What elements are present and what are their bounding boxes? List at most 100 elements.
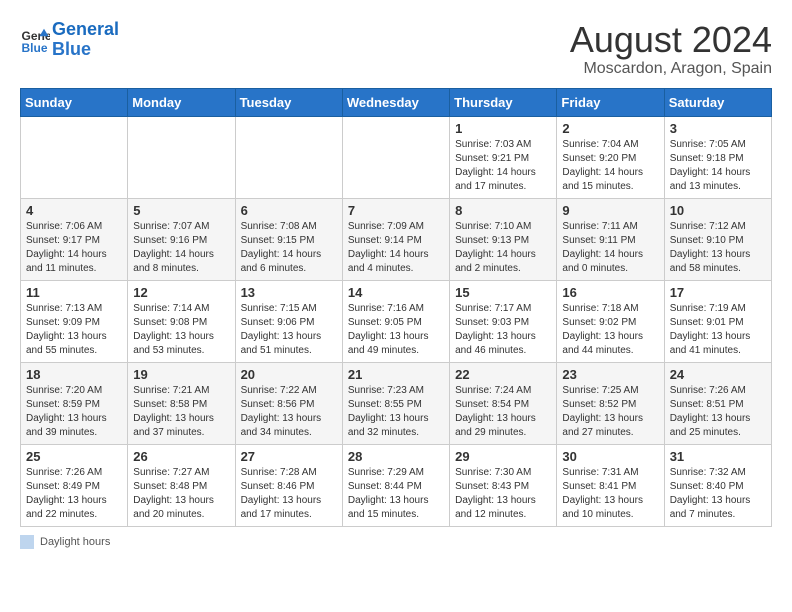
day-info: Sunrise: 7:26 AM Sunset: 8:49 PM Dayligh… [26,466,122,522]
calendar-cell: 29 Sunrise: 7:30 AM Sunset: 8:43 PM Dayli… [450,444,557,526]
day-info: Sunrise: 7:28 AM Sunset: 8:46 PM Dayligh… [241,466,337,522]
day-number: 25 [26,449,122,464]
day-info: Sunrise: 7:03 AM Sunset: 9:21 PM Dayligh… [455,138,551,194]
calendar-cell: 17 Sunrise: 7:19 AM Sunset: 9:01 PM Dayli… [664,280,771,362]
calendar-cell [21,116,128,198]
weekday-header-sunday: Sunday [21,88,128,116]
calendar-cell: 27 Sunrise: 7:28 AM Sunset: 8:46 PM Dayli… [235,444,342,526]
day-number: 4 [26,203,122,218]
day-info: Sunrise: 7:30 AM Sunset: 8:43 PM Dayligh… [455,466,551,522]
day-info: Sunrise: 7:04 AM Sunset: 9:20 PM Dayligh… [562,138,658,194]
day-info: Sunrise: 7:07 AM Sunset: 9:16 PM Dayligh… [133,220,229,276]
day-number: 26 [133,449,229,464]
calendar-cell: 13 Sunrise: 7:15 AM Sunset: 9:06 PM Dayli… [235,280,342,362]
daylight-legend-box [20,535,34,549]
day-info: Sunrise: 7:12 AM Sunset: 9:10 PM Dayligh… [670,220,766,276]
day-number: 24 [670,367,766,382]
day-number: 15 [455,285,551,300]
day-number: 27 [241,449,337,464]
footer: Daylight hours [20,535,772,549]
calendar-cell: 20Sunrise: 7:22 AM Sunset: 8:56 PM Dayli… [235,362,342,444]
day-info: Sunrise: 7:19 AM Sunset: 9:01 PM Dayligh… [670,302,766,358]
day-info: Sunrise: 7:32 AM Sunset: 8:40 PM Dayligh… [670,466,766,522]
day-number: 16 [562,285,658,300]
calendar-cell: 18 Sunrise: 7:20 AM Sunset: 8:59 PM Dayli… [21,362,128,444]
weekday-header-saturday: Saturday [664,88,771,116]
day-info: Sunrise: 7:11 AM Sunset: 9:11 PM Dayligh… [562,220,658,276]
calendar-cell: 28Sunrise: 7:29 AM Sunset: 8:44 PM Dayli… [342,444,449,526]
day-info: Sunrise: 7:08 AM Sunset: 9:15 PM Dayligh… [241,220,337,276]
calendar-cell: 11Sunrise: 7:13 AM Sunset: 9:09 PM Dayli… [21,280,128,362]
calendar-cell: 22 Sunrise: 7:24 AM Sunset: 8:54 PM Dayli… [450,362,557,444]
day-info: Sunrise: 7:25 AM Sunset: 8:52 PM Dayligh… [562,384,658,440]
day-info: Sunrise: 7:24 AM Sunset: 8:54 PM Dayligh… [455,384,551,440]
calendar-cell: 7Sunrise: 7:09 AM Sunset: 9:14 PM Daylig… [342,198,449,280]
day-info: Sunrise: 7:21 AM Sunset: 8:58 PM Dayligh… [133,384,229,440]
calendar-cell: 31Sunrise: 7:32 AM Sunset: 8:40 PM Dayli… [664,444,771,526]
calendar-cell: 21 Sunrise: 7:23 AM Sunset: 8:55 PM Dayli… [342,362,449,444]
day-info: Sunrise: 7:14 AM Sunset: 9:08 PM Dayligh… [133,302,229,358]
calendar-cell: 1 Sunrise: 7:03 AM Sunset: 9:21 PM Daylig… [450,116,557,198]
day-info: Sunrise: 7:13 AM Sunset: 9:09 PM Dayligh… [26,302,122,358]
calendar-cell: 8 Sunrise: 7:10 AM Sunset: 9:13 PM Daylig… [450,198,557,280]
day-info: Sunrise: 7:10 AM Sunset: 9:13 PM Dayligh… [455,220,551,276]
day-number: 10 [670,203,766,218]
calendar-cell: 3 Sunrise: 7:05 AM Sunset: 9:18 PM Daylig… [664,116,771,198]
weekday-header-wednesday: Wednesday [342,88,449,116]
weekday-header-thursday: Thursday [450,88,557,116]
day-number: 1 [455,121,551,136]
day-number: 12 [133,285,229,300]
day-info: Sunrise: 7:16 AM Sunset: 9:05 PM Dayligh… [348,302,444,358]
calendar-cell: 10 Sunrise: 7:12 AM Sunset: 9:10 PM Dayli… [664,198,771,280]
calendar-cell: 2 Sunrise: 7:04 AM Sunset: 9:20 PM Daylig… [557,116,664,198]
calendar-cell: 12 Sunrise: 7:14 AM Sunset: 9:08 PM Dayli… [128,280,235,362]
day-number: 13 [241,285,337,300]
day-number: 28 [348,449,444,464]
logo: General Blue General Blue [20,20,119,60]
day-number: 21 [348,367,444,382]
day-number: 5 [133,203,229,218]
page-header: General Blue General Blue August 2024 Mo… [20,20,772,78]
day-info: Sunrise: 7:05 AM Sunset: 9:18 PM Dayligh… [670,138,766,194]
logo-text: General [52,20,119,40]
day-number: 2 [562,121,658,136]
day-info: Sunrise: 7:20 AM Sunset: 8:59 PM Dayligh… [26,384,122,440]
calendar-week-row: 25 Sunrise: 7:26 AM Sunset: 8:49 PM Dayli… [21,444,772,526]
daylight-label: Daylight hours [40,536,110,548]
day-info: Sunrise: 7:15 AM Sunset: 9:06 PM Dayligh… [241,302,337,358]
calendar-cell: 15 Sunrise: 7:17 AM Sunset: 9:03 PM Dayli… [450,280,557,362]
calendar-cell [128,116,235,198]
day-number: 14 [348,285,444,300]
day-info: Sunrise: 7:26 AM Sunset: 8:51 PM Dayligh… [670,384,766,440]
calendar-cell [342,116,449,198]
day-info: Sunrise: 7:23 AM Sunset: 8:55 PM Dayligh… [348,384,444,440]
calendar-table: SundayMondayTuesdayWednesdayThursdayFrid… [20,88,772,527]
day-info: Sunrise: 7:27 AM Sunset: 8:48 PM Dayligh… [133,466,229,522]
calendar-cell: 6Sunrise: 7:08 AM Sunset: 9:15 PM Daylig… [235,198,342,280]
weekday-header-friday: Friday [557,88,664,116]
location-subtitle: Moscardon, Aragon, Spain [570,60,772,78]
day-number: 3 [670,121,766,136]
calendar-cell [235,116,342,198]
day-number: 8 [455,203,551,218]
day-info: Sunrise: 7:17 AM Sunset: 9:03 PM Dayligh… [455,302,551,358]
day-number: 22 [455,367,551,382]
day-number: 30 [562,449,658,464]
day-number: 29 [455,449,551,464]
day-info: Sunrise: 7:22 AM Sunset: 8:56 PM Dayligh… [241,384,337,440]
calendar-cell: 23Sunrise: 7:25 AM Sunset: 8:52 PM Dayli… [557,362,664,444]
day-number: 17 [670,285,766,300]
calendar-week-row: 1 Sunrise: 7:03 AM Sunset: 9:21 PM Daylig… [21,116,772,198]
calendar-cell: 5 Sunrise: 7:07 AM Sunset: 9:16 PM Daylig… [128,198,235,280]
day-number: 18 [26,367,122,382]
day-number: 19 [133,367,229,382]
calendar-week-row: 18 Sunrise: 7:20 AM Sunset: 8:59 PM Dayli… [21,362,772,444]
weekday-header-monday: Monday [128,88,235,116]
calendar-cell: 25 Sunrise: 7:26 AM Sunset: 8:49 PM Dayli… [21,444,128,526]
calendar-cell: 4 Sunrise: 7:06 AM Sunset: 9:17 PM Daylig… [21,198,128,280]
day-info: Sunrise: 7:18 AM Sunset: 9:02 PM Dayligh… [562,302,658,358]
day-number: 9 [562,203,658,218]
month-year-title: August 2024 [570,20,772,60]
logo-subtext: Blue [52,40,119,60]
day-info: Sunrise: 7:06 AM Sunset: 9:17 PM Dayligh… [26,220,122,276]
